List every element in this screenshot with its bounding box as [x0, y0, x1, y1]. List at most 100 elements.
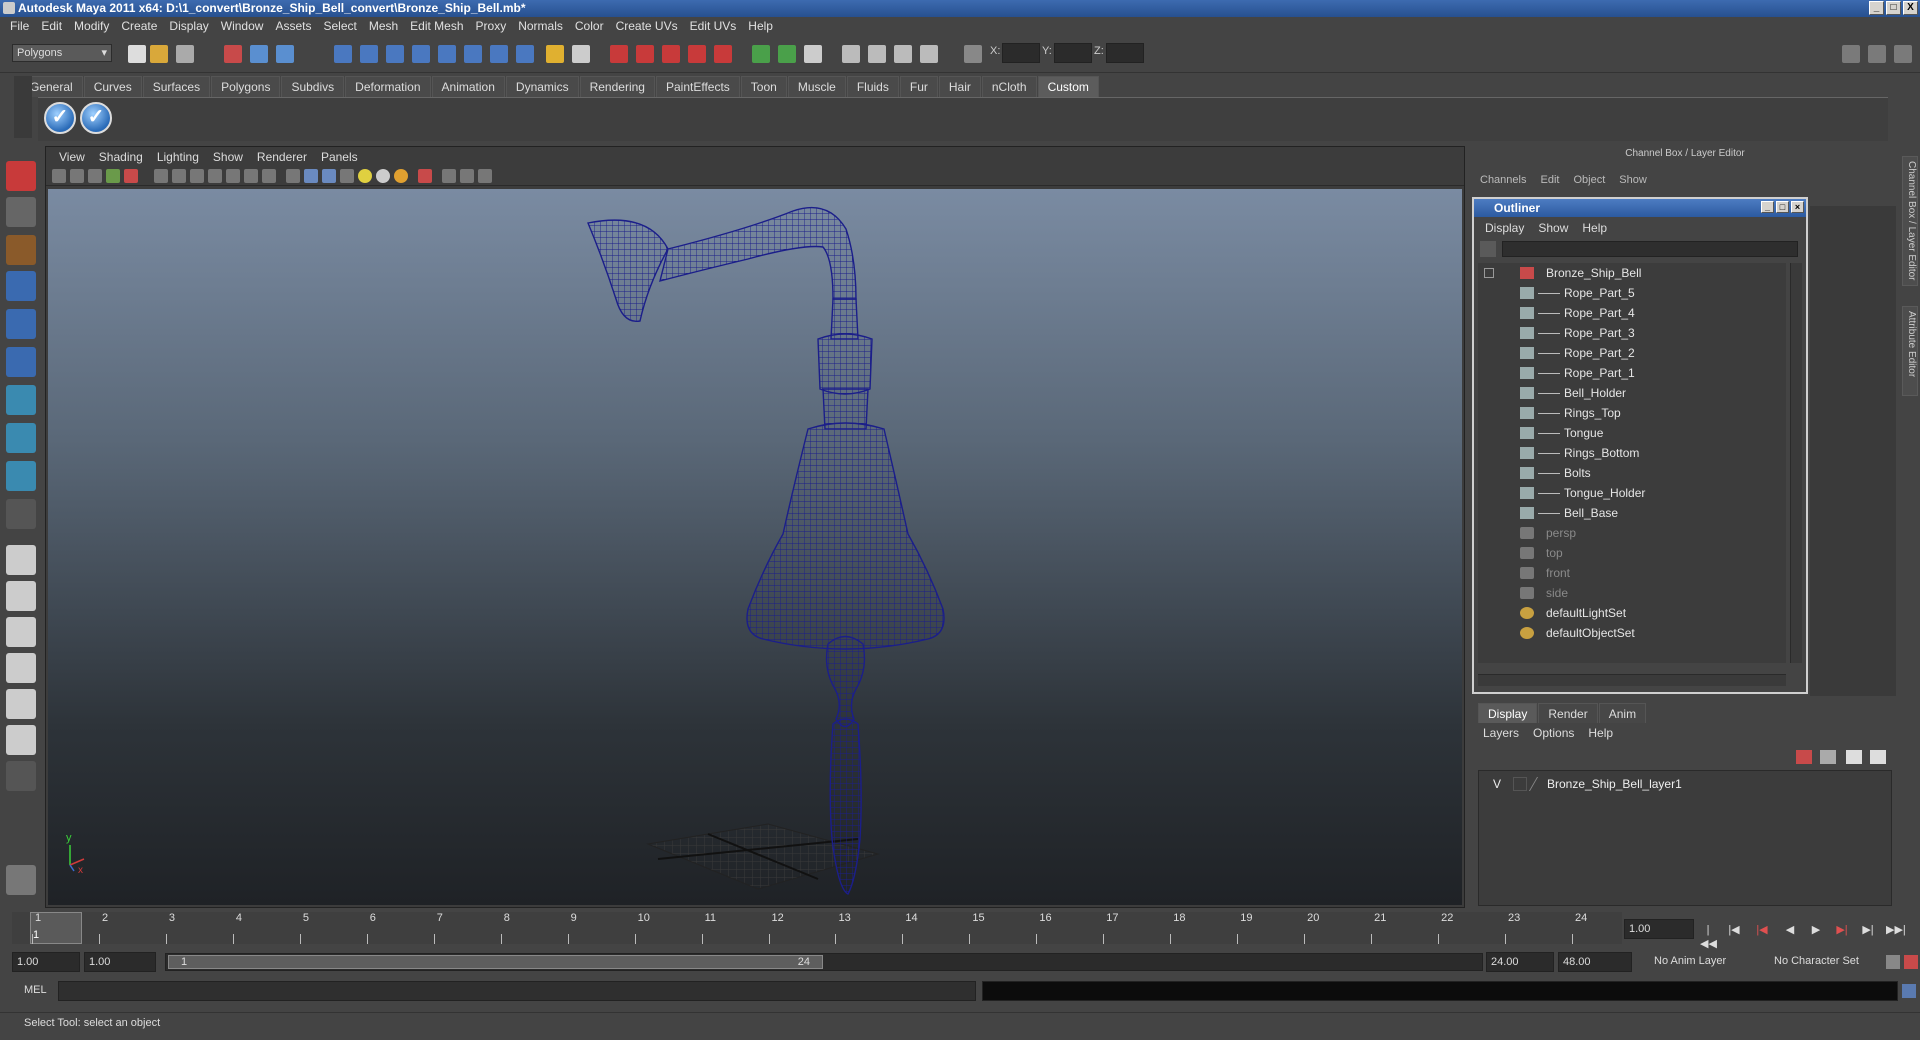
check-icon[interactable]: ✓: [44, 102, 76, 134]
start-time-field[interactable]: 1.00: [12, 952, 80, 972]
tree-item-mesh[interactable]: Rope_Part_4: [1478, 303, 1778, 323]
help-icon[interactable]: [516, 45, 534, 63]
shelf-tab-subdivs[interactable]: Subdivs: [281, 76, 345, 97]
select-component-icon[interactable]: [276, 45, 294, 63]
shelf-tab-custom[interactable]: Custom: [1037, 76, 1099, 97]
last-tool-icon[interactable]: [6, 499, 36, 529]
move-layer-down-icon[interactable]: [1820, 750, 1836, 764]
snap-view-icon[interactable]: [490, 45, 508, 63]
menu-window[interactable]: Window: [215, 19, 270, 33]
hypershade-icon[interactable]: [842, 45, 860, 63]
perspective-viewport[interactable]: View Shading Lighting Show Renderer Pane…: [45, 146, 1465, 908]
ipr-render-icon[interactable]: [778, 45, 796, 63]
menu-display[interactable]: Display: [163, 19, 214, 33]
layer-tab-display[interactable]: Display: [1478, 703, 1538, 723]
film-gate-icon[interactable]: [172, 169, 186, 183]
viewport-menu-show[interactable]: Show: [206, 150, 250, 164]
channel-box-side-tab[interactable]: Channel Box / Layer Editor: [1902, 156, 1918, 286]
snap-surface-icon[interactable]: [464, 45, 482, 63]
menu-edit-uvs[interactable]: Edit UVs: [684, 19, 743, 33]
wireframe-icon[interactable]: [286, 169, 300, 183]
menu-modify[interactable]: Modify: [68, 19, 115, 33]
step-forward-frame-icon[interactable]: ▶|: [1860, 923, 1876, 937]
tree-item-camera[interactable]: front: [1478, 563, 1778, 583]
safe-action-icon[interactable]: [244, 169, 258, 183]
outliner-filter-toggle-icon[interactable]: [1480, 241, 1496, 257]
absolute-transform-icon[interactable]: [964, 45, 982, 63]
layer-menu-layers[interactable]: Layers: [1476, 726, 1526, 740]
single-perspective-layout-icon[interactable]: [6, 545, 36, 575]
new-empty-layer-icon[interactable]: [1846, 750, 1862, 764]
step-back-key-icon[interactable]: |◀: [1754, 923, 1770, 937]
outliner-menu-display[interactable]: Display: [1478, 221, 1531, 235]
layer-tab-render[interactable]: Render: [1538, 703, 1598, 723]
render-settings-icon[interactable]: [804, 45, 822, 63]
end-time-field[interactable]: 48.00: [1558, 952, 1632, 972]
channel-box-toggle-icon[interactable]: [1894, 45, 1912, 63]
shelf-tab-animation[interactable]: Animation: [431, 76, 505, 97]
z-field[interactable]: [1106, 43, 1144, 63]
bookmark-icon[interactable]: [88, 169, 102, 183]
shelf-tab-painteffects[interactable]: PaintEffects: [655, 76, 740, 97]
history-icon[interactable]: [610, 45, 628, 63]
outliner-close-button[interactable]: ×: [1791, 201, 1804, 213]
auto-key-icon[interactable]: [1886, 955, 1900, 969]
shelf-tab-surfaces[interactable]: Surfaces: [142, 76, 211, 97]
four-view-layout-icon[interactable]: [6, 581, 36, 611]
selection-highlight-icon[interactable]: [572, 45, 590, 63]
channel-box-area[interactable]: [1810, 206, 1896, 696]
hypershade-persp-layout-icon[interactable]: [6, 689, 36, 719]
tree-item-mesh[interactable]: Rope_Part_2: [1478, 343, 1778, 363]
channels-menu[interactable]: Channels: [1480, 174, 1526, 192]
shadows-icon[interactable]: [394, 169, 408, 183]
shelf-tab-dynamics[interactable]: Dynamics: [505, 76, 579, 97]
attribute-editor-toggle-icon[interactable]: [1842, 45, 1860, 63]
layer-visibility-toggle[interactable]: V: [1493, 774, 1501, 794]
new-layer-selected-icon[interactable]: [1870, 750, 1886, 764]
menu-edit-mesh[interactable]: Edit Mesh: [404, 19, 469, 33]
layer-tab-anim[interactable]: Anim: [1598, 703, 1647, 723]
menu-set-dropdown[interactable]: Polygons: [12, 44, 112, 62]
tree-item-mesh[interactable]: Bell_Holder: [1478, 383, 1778, 403]
tree-item-mesh[interactable]: Rings_Bottom: [1478, 443, 1778, 463]
construction-history-icon[interactable]: [636, 45, 654, 63]
mel-label[interactable]: MEL: [24, 984, 47, 996]
time-slider[interactable]: 1 1 2 3 4 5 6 7 8 9 10 11 12 13 14 15 16 17 18 19 20 21 22 23 2…: [12, 912, 1622, 944]
tree-item-mesh[interactable]: Tongue_Holder: [1478, 483, 1778, 503]
tool-settings-toggle-icon[interactable]: [1868, 45, 1886, 63]
tree-item-mesh[interactable]: Rope_Part_5: [1478, 283, 1778, 303]
outliner-vertical-scrollbar[interactable]: [1790, 263, 1802, 663]
batch-render-icon[interactable]: [894, 45, 912, 63]
viewport-menu-renderer[interactable]: Renderer: [250, 150, 314, 164]
tree-item-camera[interactable]: top: [1478, 543, 1778, 563]
all-lights-icon[interactable]: [376, 169, 390, 183]
textured-icon[interactable]: [340, 169, 354, 183]
shelf-tab-muscle[interactable]: Muscle: [787, 76, 846, 97]
outliner-menu-help[interactable]: Help: [1575, 221, 1614, 235]
tree-item-mesh[interactable]: Bolts: [1478, 463, 1778, 483]
tree-item-mesh[interactable]: Rope_Part_1: [1478, 363, 1778, 383]
shelf-tab-polygons[interactable]: Polygons: [211, 76, 281, 97]
menu-help[interactable]: Help: [742, 19, 779, 33]
camera-select-icon[interactable]: [52, 169, 66, 183]
safe-title-icon[interactable]: [262, 169, 276, 183]
open-scene-icon[interactable]: [150, 45, 168, 63]
outliner-filter-field[interactable]: [1502, 241, 1798, 257]
rotate-tool-icon[interactable]: [6, 309, 36, 339]
menu-select[interactable]: Select: [317, 19, 362, 33]
share-view-icon[interactable]: [478, 169, 492, 183]
tree-item-set[interactable]: defaultLightSet: [1478, 603, 1778, 623]
image-plane-icon[interactable]: [106, 169, 120, 183]
x-field[interactable]: [1002, 43, 1040, 63]
collapse-icon[interactable]: [1484, 268, 1494, 278]
menu-color[interactable]: Color: [569, 19, 610, 33]
play-forwards-icon[interactable]: ▶: [1808, 923, 1824, 937]
tree-item-mesh[interactable]: Tongue: [1478, 423, 1778, 443]
viewport-menu-panels[interactable]: Panels: [314, 150, 365, 164]
shelf-tab-toon[interactable]: Toon: [740, 76, 787, 97]
step-forward-key-icon[interactable]: ▶|: [1834, 923, 1850, 937]
viewport-menu-shading[interactable]: Shading: [92, 150, 150, 164]
2d-pan-zoom-icon[interactable]: [124, 169, 138, 183]
menu-normals[interactable]: Normals: [512, 19, 569, 33]
magnet-icon[interactable]: [714, 45, 732, 63]
